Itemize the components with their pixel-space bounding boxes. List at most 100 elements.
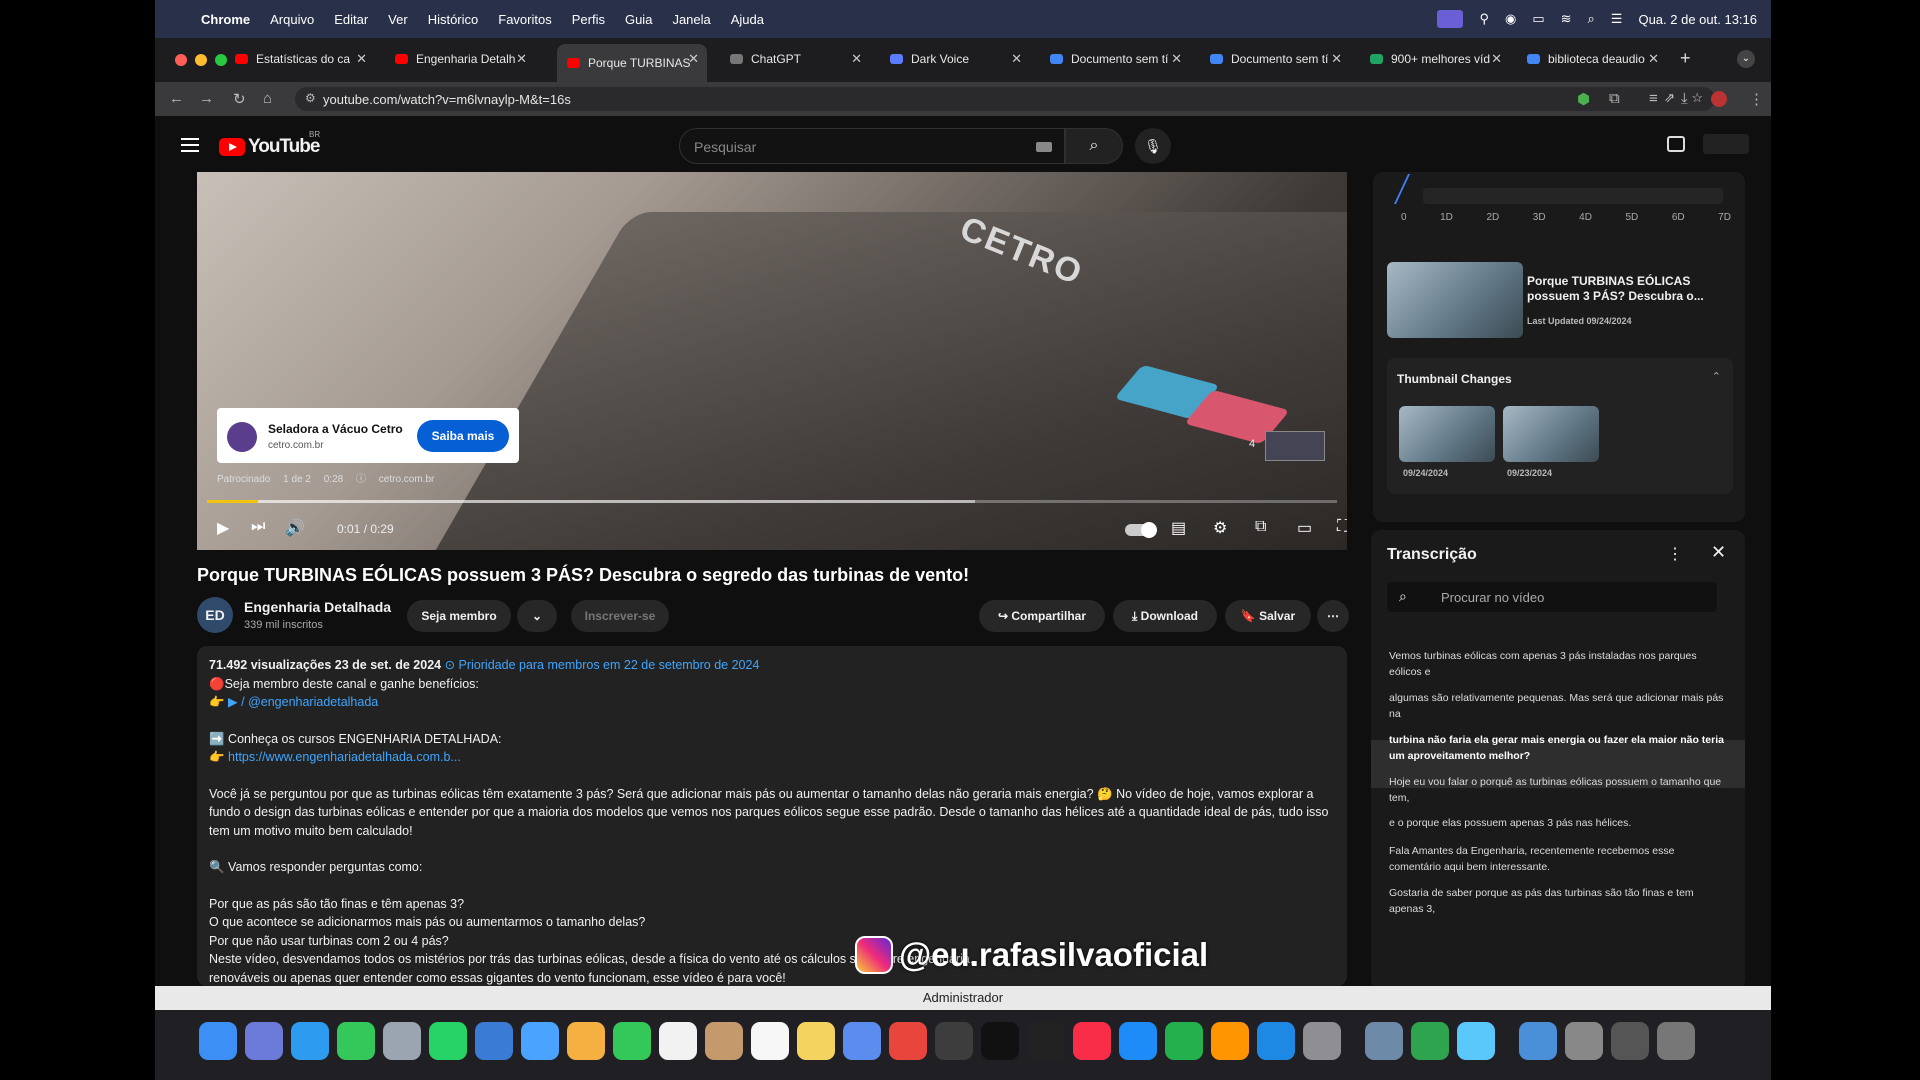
forward-icon[interactable]: → [199,90,214,107]
play-icon[interactable]: ▶ [217,518,229,538]
dock-app-icon[interactable] [1365,1022,1403,1060]
join-membership-button[interactable]: Seja membro [407,600,511,632]
close-icon[interactable]: ✕ [1711,542,1726,563]
transcript-more-icon[interactable]: ⋮ [1667,544,1683,564]
theater-mode-icon[interactable]: ▭ [1297,518,1312,538]
site-info-icon[interactable]: ⚙ [305,91,316,105]
ad-info-icon[interactable]: ⓘ [356,474,366,485]
share-button[interactable]: ↪ Compartilhar [979,600,1105,632]
dock-app-icon[interactable] [843,1022,881,1060]
control-center-icon[interactable]: ☰ [1611,11,1623,27]
dock-app-icon[interactable] [383,1022,421,1060]
dock-app-icon[interactable] [751,1022,789,1060]
menu-editar[interactable]: Editar [334,12,368,27]
dock-app-icon[interactable] [797,1022,835,1060]
transcript-segment[interactable]: algumas são relativamente pequenas. Mas … [1389,690,1729,722]
tab-search-chevron-icon[interactable]: ⌄ [1737,50,1755,68]
thumbnail-version-1[interactable] [1399,406,1495,462]
subtitles-icon[interactable]: ▤ [1171,518,1186,538]
dock-app-icon[interactable] [981,1022,1019,1060]
tab-close-icon[interactable]: ✕ [356,51,367,67]
bookmark-star-icon[interactable]: ☆ [1691,90,1703,106]
dock-app-icon[interactable] [1657,1022,1695,1060]
hamburger-menu-icon[interactable] [181,138,199,152]
dock-app-icon[interactable] [245,1022,283,1060]
tab-close-icon[interactable]: ✕ [516,51,527,67]
tab-3[interactable]: Porque TURBINAS ✕ [557,44,707,82]
miniplayer-icon[interactable]: ⧉ [1255,518,1266,536]
profile-avatar[interactable] [1711,91,1727,107]
tab-5[interactable]: Dark Voice ✕ [880,44,1030,74]
transcript-segment[interactable]: turbina não faria ela gerar mais energia… [1389,732,1729,764]
transcript-segment[interactable]: Gostaria de saber porque as pás das turb… [1389,885,1729,917]
tab-2[interactable]: Engenharia Detalh ✕ [385,44,535,74]
play-status-icon[interactable]: ◉ [1505,11,1516,27]
menu-historico[interactable]: Histórico [428,12,479,27]
tab-6[interactable]: Documento sem tí ✕ [1040,44,1190,74]
dock-app-icon[interactable] [1073,1022,1111,1060]
dock-app-icon[interactable] [889,1022,927,1060]
tab-close-icon[interactable]: ✕ [1171,51,1182,67]
new-tab-button[interactable]: + [1680,48,1691,69]
search-input[interactable]: Pesquisar [679,128,1065,164]
ad-site[interactable]: cetro.com.br [379,474,435,485]
dock-app-icon[interactable] [521,1022,559,1060]
dock-app-icon[interactable] [1027,1022,1065,1060]
transcript-segment[interactable]: Fala Amantes da Engenharia, recentemente… [1389,843,1729,875]
channel-avatar[interactable]: ED [197,597,233,633]
menubar-clock[interactable]: Qua. 2 de out. 13:16 [1638,12,1757,27]
fullscreen-icon[interactable]: ⛶ [1337,518,1347,536]
channel-name[interactable]: Engenharia Detalhada [244,599,391,615]
member-priority-link[interactable]: ⊙ Prioridade para membros em 22 de setem… [445,658,760,672]
tab-close-icon[interactable]: ✕ [1648,51,1659,67]
transcript-segment[interactable]: Hoje eu vou falar o porquê as turbinas e… [1389,774,1729,806]
tab-close-icon[interactable]: ✕ [688,51,699,67]
menu-ver[interactable]: Ver [388,12,408,27]
save-button[interactable]: 🔖 Salvar [1225,600,1311,632]
chrome-menu-icon[interactable]: ⋮ [1749,90,1764,108]
transcript-segment[interactable]: Vemos turbinas eólicas com apenas 3 pás … [1389,648,1729,680]
download-button[interactable]: ⤓ Download [1113,600,1217,632]
youtube-logo[interactable]: YouTube BR [219,130,320,158]
location-icon[interactable]: ⚲ [1479,11,1489,27]
menu-arquivo[interactable]: Arquivo [270,12,314,27]
transcript-segment[interactable]: e o porque elas possuem apenas 3 pás nas… [1389,815,1729,831]
dock-app-icon[interactable] [1519,1022,1557,1060]
dock-app-icon[interactable] [291,1022,329,1060]
minimize-window-button[interactable] [195,54,207,66]
dock-app-icon[interactable] [613,1022,651,1060]
menu-favoritos[interactable]: Favoritos [498,12,551,27]
notification-bell-icon[interactable]: ⌄ [517,600,557,632]
menu-janela[interactable]: Janela [672,12,710,27]
home-icon[interactable]: ⌂ [263,90,272,107]
screen-mirror-icon[interactable] [1437,10,1464,28]
dock-app-icon[interactable] [199,1022,237,1060]
dock-app-icon[interactable] [1165,1022,1203,1060]
ad-overlay[interactable]: Seladora a Vácuo Cetro cetro.com.br Saib… [217,408,519,463]
address-bar[interactable]: ⚙ youtube.com/watch?v=m6lvnaylp-M&t=16s … [295,87,1715,111]
subscribe-button[interactable]: Inscrever-se [571,600,669,632]
menu-guia[interactable]: Guia [625,12,652,27]
tab-close-icon[interactable]: ✕ [1331,51,1342,67]
ad-learn-more-button[interactable]: Saiba mais [417,420,509,452]
dock-app-icon[interactable] [1411,1022,1449,1060]
dock-app-icon[interactable] [1257,1022,1295,1060]
dock-app-icon[interactable] [1119,1022,1157,1060]
tab-4[interactable]: ChatGPT ✕ [720,44,870,74]
apple-icon[interactable] [169,11,183,27]
wifi-icon[interactable]: ≋ [1561,11,1572,27]
next-ad-thumbnail[interactable] [1265,431,1325,461]
tab-1[interactable]: Estatísticas do ca ✕ [225,44,375,74]
thumbnail-version-2[interactable] [1503,406,1599,462]
transcript-search-input[interactable]: ⌕ Procurar no vídeo [1387,582,1717,612]
create-video-icon[interactable] [1667,136,1685,152]
search-button[interactable]: ⌕ [1065,128,1123,164]
dock-app-icon[interactable] [337,1022,375,1060]
settings-gear-icon[interactable]: ⚙ [1213,518,1227,538]
tab-7[interactable]: Documento sem tí ✕ [1200,44,1350,74]
dock-app-icon[interactable] [567,1022,605,1060]
description-line[interactable]: 👉 https://www.engenhariadetalhada.com.b.… [209,748,1335,767]
tab-close-icon[interactable]: ✕ [1491,51,1502,67]
latest-video-title[interactable]: Porque TURBINAS EÓLICAS possuem 3 PÁS? D… [1527,274,1717,304]
spotlight-search-icon[interactable]: ⌕ [1588,11,1595,27]
